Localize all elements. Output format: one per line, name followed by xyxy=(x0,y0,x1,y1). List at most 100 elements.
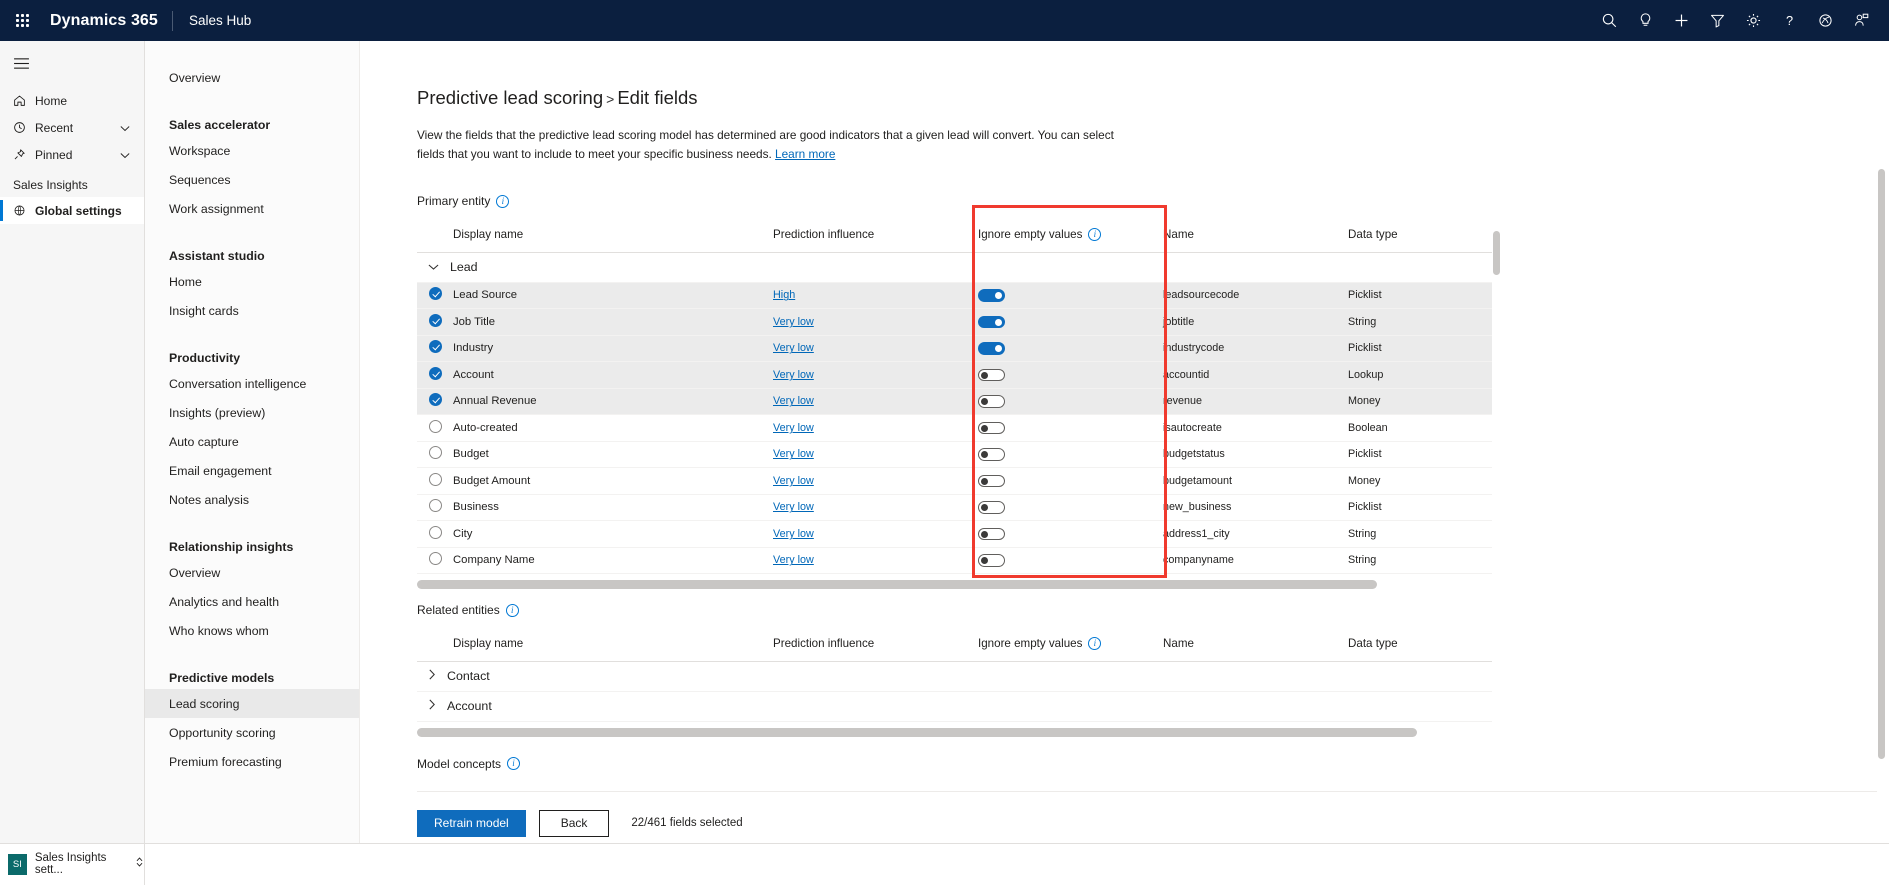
ignore-empty-values-toggle[interactable] xyxy=(978,554,1005,567)
back-button[interactable]: Back xyxy=(539,810,610,837)
hamburger-menu-icon[interactable] xyxy=(0,47,144,79)
table-row[interactable]: Lead SourceHighleadsourcecodePicklist xyxy=(417,282,1492,309)
nav-link-auto-capture[interactable]: Auto capture xyxy=(145,427,359,456)
field-select-checkbox[interactable] xyxy=(429,367,442,380)
field-select-checkbox[interactable] xyxy=(429,526,442,539)
nav-link-lead-scoring[interactable]: Lead scoring xyxy=(145,689,359,718)
app-launcher-icon[interactable] xyxy=(0,0,44,41)
entity-group-cell[interactable]: Lead xyxy=(417,252,1492,282)
info-icon[interactable]: i xyxy=(1088,228,1101,241)
entity-group-row[interactable]: Account xyxy=(417,691,1492,721)
row-checkbox-cell[interactable] xyxy=(417,362,453,389)
chevron-down-icon[interactable] xyxy=(120,121,144,135)
entity-group-cell[interactable]: Contact xyxy=(417,661,1492,691)
chevron-right-icon[interactable] xyxy=(428,699,436,713)
field-select-checkbox[interactable] xyxy=(429,340,442,353)
table-row[interactable]: Budget AmountVery lowbudgetamountMoney xyxy=(417,468,1492,495)
gear-icon[interactable] xyxy=(1735,0,1771,41)
cell-ignore-empty-values[interactable] xyxy=(978,494,1163,521)
prediction-influence-link[interactable]: Very low xyxy=(773,395,814,407)
nav-link-email-engagement[interactable]: Email engagement xyxy=(145,456,359,485)
prediction-influence-link[interactable]: Very low xyxy=(773,475,814,487)
table-row[interactable]: AccountVery lowaccountidLookup xyxy=(417,362,1492,389)
info-icon[interactable]: i xyxy=(506,604,519,617)
brand-title[interactable]: Dynamics 365 xyxy=(44,12,172,30)
chevron-right-icon[interactable] xyxy=(428,669,436,683)
row-checkbox-cell[interactable] xyxy=(417,441,453,468)
field-select-checkbox[interactable] xyxy=(429,552,442,565)
prediction-influence-link[interactable]: Very low xyxy=(773,554,814,566)
nav-link-insight-cards[interactable]: Insight cards xyxy=(145,296,359,325)
table-row[interactable]: Auto-createdVery lowisautocreateBoolean xyxy=(417,415,1492,442)
filter-icon[interactable] xyxy=(1699,0,1735,41)
related-horizontal-scrollbar-track[interactable] xyxy=(417,722,1492,737)
row-checkbox-cell[interactable] xyxy=(417,521,453,548)
plus-icon[interactable] xyxy=(1663,0,1699,41)
field-select-checkbox[interactable] xyxy=(429,314,442,327)
prediction-influence-link[interactable]: Very low xyxy=(773,448,814,460)
prediction-influence-link[interactable]: Very low xyxy=(773,316,814,328)
sidebar-item-global-settings[interactable]: Global settings xyxy=(0,197,144,224)
ignore-empty-values-toggle[interactable] xyxy=(978,369,1005,382)
nav-link-sequences[interactable]: Sequences xyxy=(145,165,359,194)
row-checkbox-cell[interactable] xyxy=(417,494,453,521)
header-ignore-empty-values[interactable]: Ignore empty valuesi xyxy=(978,626,1163,661)
header-data-type[interactable]: Data type xyxy=(1348,626,1492,661)
header-data-type[interactable]: Data type xyxy=(1348,217,1492,252)
app-name[interactable]: Sales Hub xyxy=(173,13,251,28)
table-row[interactable]: CityVery lowaddress1_cityString xyxy=(417,521,1492,548)
prediction-influence-link[interactable]: Very low xyxy=(773,422,814,434)
table-row[interactable]: BusinessVery lownew_businessPicklist xyxy=(417,494,1492,521)
ignore-empty-values-toggle[interactable] xyxy=(978,448,1005,461)
learn-more-link[interactable]: Learn more xyxy=(775,147,835,161)
ignore-empty-values-toggle[interactable] xyxy=(978,289,1005,302)
header-prediction-influence[interactable]: Prediction influence xyxy=(773,626,978,661)
header-name[interactable]: Name xyxy=(1163,626,1348,661)
breadcrumb-parent[interactable]: Predictive lead scoring xyxy=(417,87,603,108)
field-select-checkbox[interactable] xyxy=(429,393,442,406)
sidebar-item-recent[interactable]: Recent xyxy=(0,114,144,141)
cell-ignore-empty-values[interactable] xyxy=(978,282,1163,309)
entity-group-row[interactable]: Contact xyxy=(417,661,1492,691)
row-checkbox-cell[interactable] xyxy=(417,415,453,442)
prediction-influence-link[interactable]: High xyxy=(773,289,795,301)
cell-ignore-empty-values[interactable] xyxy=(978,468,1163,495)
ignore-empty-values-toggle[interactable] xyxy=(978,342,1005,355)
field-select-checkbox[interactable] xyxy=(429,499,442,512)
ignore-empty-values-toggle[interactable] xyxy=(978,501,1005,514)
field-select-checkbox[interactable] xyxy=(429,287,442,300)
nav-link-home[interactable]: Home xyxy=(145,267,359,296)
cell-ignore-empty-values[interactable] xyxy=(978,309,1163,336)
search-icon[interactable] xyxy=(1591,0,1627,41)
nav-link-who-knows-whom[interactable]: Who knows whom xyxy=(145,616,359,645)
help-icon[interactable]: ? xyxy=(1771,0,1807,41)
cell-ignore-empty-values[interactable] xyxy=(978,388,1163,415)
info-icon[interactable]: i xyxy=(496,195,509,208)
prediction-influence-link[interactable]: Very low xyxy=(773,342,814,354)
nav-link-overview[interactable]: Overview xyxy=(145,558,359,587)
sidebar-item-home[interactable]: Home xyxy=(0,87,144,114)
nav-link-workspace[interactable]: Workspace xyxy=(145,136,359,165)
cell-ignore-empty-values[interactable] xyxy=(978,415,1163,442)
header-prediction-influence[interactable]: Prediction influence xyxy=(773,217,978,252)
header-name[interactable]: Name xyxy=(1163,217,1348,252)
table-row[interactable]: IndustryVery lowindustrycodePicklist xyxy=(417,335,1492,362)
row-checkbox-cell[interactable] xyxy=(417,547,453,574)
field-select-checkbox[interactable] xyxy=(429,473,442,486)
entity-group-cell[interactable]: Account xyxy=(417,691,1492,721)
prediction-influence-link[interactable]: Very low xyxy=(773,528,814,540)
row-checkbox-cell[interactable] xyxy=(417,335,453,362)
chevron-down-icon[interactable] xyxy=(120,148,144,162)
cell-ignore-empty-values[interactable] xyxy=(978,521,1163,548)
page-vertical-scrollbar[interactable] xyxy=(1878,169,1885,759)
row-checkbox-cell[interactable] xyxy=(417,282,453,309)
retrain-model-button[interactable]: Retrain model xyxy=(417,810,526,837)
cell-ignore-empty-values[interactable] xyxy=(978,362,1163,389)
cell-ignore-empty-values[interactable] xyxy=(978,335,1163,362)
nav-link-premium-forecasting[interactable]: Premium forecasting xyxy=(145,747,359,776)
sidebar-item-pinned[interactable]: Pinned xyxy=(0,141,144,168)
cell-ignore-empty-values[interactable] xyxy=(978,441,1163,468)
cell-ignore-empty-values[interactable] xyxy=(978,547,1163,574)
header-ignore-empty-values[interactable]: Ignore empty valuesi xyxy=(978,217,1163,252)
nav-link-conversation-intelligence[interactable]: Conversation intelligence xyxy=(145,369,359,398)
